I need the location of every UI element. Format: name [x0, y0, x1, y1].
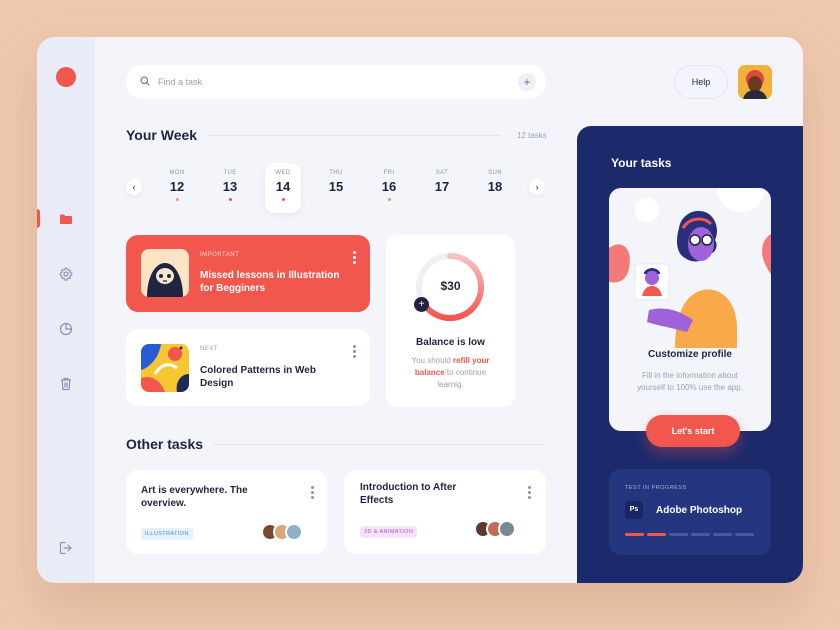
photoshop-icon: Ps	[625, 501, 643, 519]
profile-illustration	[609, 188, 771, 348]
test-label: TEST IN PROGRESS	[625, 485, 687, 491]
search-input[interactable]	[158, 77, 518, 87]
customize-profile-title: Customize profile	[648, 349, 732, 360]
app-logo[interactable]	[56, 67, 76, 97]
progress-segment-pending	[669, 533, 688, 536]
customize-profile-card: Customize profile Fill in the informatio…	[609, 188, 771, 431]
week-task-count: 12 tasks	[517, 131, 547, 140]
next-task-card[interactable]: NEXT Colored Patterns in Web Design	[126, 329, 370, 406]
search-bar[interactable]: +	[126, 65, 546, 99]
refill-plus-icon[interactable]: +	[414, 297, 429, 312]
user-avatar[interactable]	[738, 65, 772, 99]
test-title: Adobe Photoshop	[656, 505, 743, 516]
day-sat[interactable]: SAT 17	[424, 163, 460, 213]
more-vertical-icon[interactable]	[309, 486, 315, 500]
chevron-left-icon[interactable]: ‹	[126, 179, 142, 195]
participants-avatars	[261, 523, 303, 541]
more-vertical-icon[interactable]	[351, 251, 357, 265]
day-fri[interactable]: FRI 16	[371, 163, 407, 213]
day-sun[interactable]: SUN 18	[477, 163, 513, 213]
task-indicator-dot	[281, 198, 285, 201]
avatar	[498, 520, 516, 538]
task-tag: IMPORTANT	[200, 252, 240, 258]
participants-avatars	[474, 520, 516, 538]
add-task-plus-icon[interactable]: +	[518, 73, 536, 91]
lets-start-button[interactable]: Let's start	[646, 415, 740, 447]
nav-active-indicator	[37, 209, 40, 228]
task-title: Missed lessons in Illustration for Beggi…	[200, 270, 340, 294]
balance-card: $30 + Balance is low You should refill y…	[386, 235, 515, 407]
chevron-right-icon[interactable]: ›	[529, 179, 545, 195]
sloth-illustration-thumbnail	[141, 249, 189, 297]
balance-amount: $30	[440, 279, 461, 293]
category-tag: 3D & ANIMATION	[360, 526, 418, 538]
sidebar	[37, 37, 95, 583]
task-title: Colored Patterns in Web Design	[200, 365, 316, 389]
patterns-thumbnail	[141, 344, 189, 392]
task-tag: NEXT	[200, 346, 219, 352]
task-indicator-dot	[387, 198, 391, 201]
avatar	[285, 523, 303, 541]
balance-title: Balance is low	[416, 337, 485, 348]
divider	[213, 444, 546, 445]
pie-chart-icon[interactable]	[57, 320, 75, 338]
your-week-title: Your Week	[126, 127, 198, 143]
day-tue[interactable]: TUE 13	[212, 163, 248, 213]
day-name: WED	[275, 170, 291, 176]
day-name: FRI	[383, 170, 395, 176]
test-progress-bar	[625, 533, 754, 536]
customize-profile-text: Fill in the information about yourself t…	[637, 371, 743, 392]
day-date: 15	[328, 179, 344, 194]
day-name: MON	[169, 170, 185, 176]
balance-text: You should refill your balance to contin…	[411, 356, 490, 389]
task-title: Art is everywhere. The overview.	[141, 485, 248, 509]
trash-icon[interactable]	[57, 375, 75, 393]
day-name: SUN	[488, 170, 502, 176]
task-indicator-dot	[441, 198, 444, 201]
day-date: 14	[275, 179, 291, 194]
logout-icon[interactable]	[57, 539, 75, 557]
progress-segment-pending	[713, 533, 732, 536]
task-indicator-dot	[494, 198, 497, 201]
day-thu[interactable]: THU 15	[318, 163, 354, 213]
other-task-card[interactable]: Introduction to After Effects 3D & ANIMA…	[344, 470, 546, 554]
day-date: 17	[434, 179, 450, 194]
test-in-progress-card[interactable]: TEST IN PROGRESS Ps Adobe Photoshop	[609, 469, 771, 555]
day-name: SAT	[435, 170, 449, 176]
more-vertical-icon[interactable]	[526, 486, 532, 500]
day-name: TUE	[223, 170, 237, 176]
progress-segment-pending	[691, 533, 710, 536]
task-indicator-dot	[228, 198, 232, 201]
divider	[208, 135, 500, 136]
dashboard-window: + Your Week 12 tasks ‹ MON 12 TUE 13 WED 14 TH…	[37, 37, 803, 583]
search-icon	[140, 73, 150, 91]
main-content: + Your Week 12 tasks ‹ MON 12 TUE 13 WED 14 TH…	[95, 37, 577, 583]
task-indicator-dot	[335, 198, 338, 201]
task-indicator-dot	[175, 198, 179, 201]
other-task-card[interactable]: Art is everywhere. The overview. ILLUSTR…	[126, 470, 327, 554]
important-task-card[interactable]: IMPORTANT Missed lessons in Illustration…	[126, 235, 370, 312]
day-date: 12	[169, 179, 185, 194]
task-title: Introduction to After Effects	[360, 482, 457, 506]
day-mon[interactable]: MON 12	[159, 163, 195, 213]
day-name: THU	[329, 170, 343, 176]
day-date: 13	[222, 179, 238, 194]
progress-segment-pending	[735, 533, 754, 536]
progress-segment-done	[647, 533, 666, 536]
right-panel: Your tasks Customize profile Fill in the…	[577, 126, 803, 583]
more-vertical-icon[interactable]	[351, 345, 357, 359]
settings-gear-icon[interactable]	[57, 265, 75, 283]
progress-segment-done	[625, 533, 644, 536]
day-date: 18	[487, 179, 503, 194]
day-wed[interactable]: WED 14	[265, 163, 301, 213]
folder-icon[interactable]	[57, 210, 75, 228]
your-tasks-title: Your tasks	[611, 156, 672, 170]
day-date: 16	[381, 179, 397, 194]
other-tasks-title: Other tasks	[126, 436, 204, 452]
category-tag: ILLUSTRATION	[141, 528, 193, 540]
help-button[interactable]: Help	[674, 65, 728, 99]
